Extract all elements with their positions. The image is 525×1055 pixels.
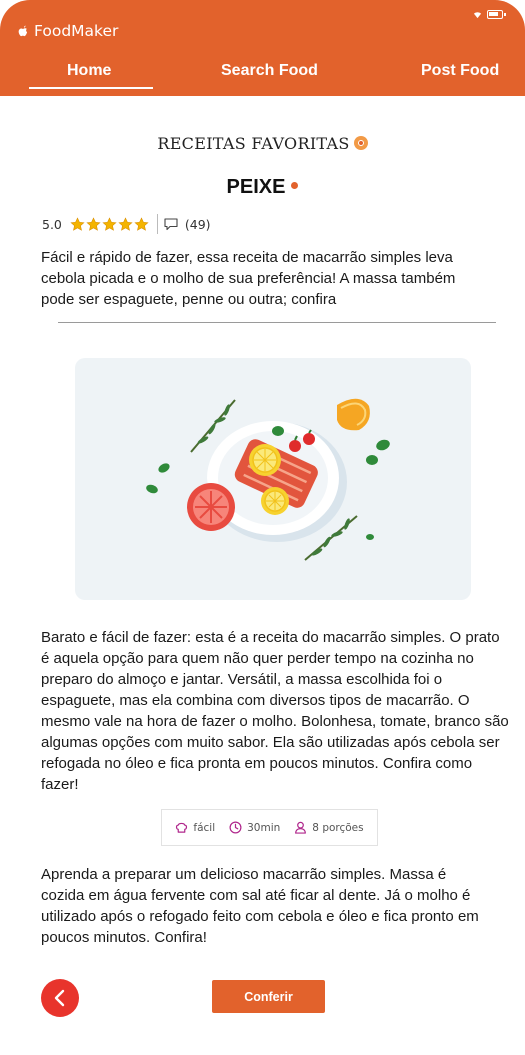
battery-icon (487, 10, 506, 19)
back-button[interactable] (41, 979, 79, 1017)
rating-divider (156, 214, 158, 234)
app-header: FoodMaker Home Search Food Post Food (0, 0, 525, 96)
person-icon (295, 821, 307, 834)
divider (58, 322, 496, 323)
section-title-text: RECEITAS FAVORITAS (157, 134, 350, 153)
servings-value: 8 porções (312, 821, 364, 834)
difficulty-value: fácil (193, 821, 216, 834)
difficulty-info: fácil (175, 821, 215, 834)
recipe-outro: Aprenda a preparar um delicioso macarrão… (41, 866, 479, 946)
recipe-image (75, 358, 471, 600)
star-icon (134, 216, 149, 231)
chef-hat-icon (176, 822, 188, 833)
comment-count[interactable]: (49) (185, 217, 211, 232)
star-icon (70, 216, 85, 231)
tab-search-food[interactable]: Search Food (221, 62, 318, 80)
clock-icon (229, 821, 242, 834)
app-brand: FoodMaker (18, 22, 118, 40)
section-title: RECEITAS FAVORITAS (0, 134, 525, 153)
tab-post-food[interactable]: Post Food (421, 62, 499, 80)
title-dot-icon (291, 182, 299, 189)
active-tab-indicator (29, 87, 153, 89)
confirm-button[interactable]: Conferir (212, 980, 325, 1013)
favorite-badge-icon (353, 136, 368, 150)
recipe-body: Barato e fácil de fazer: esta é a receit… (41, 629, 509, 793)
nav-tabs: Home Search Food Post Food (0, 62, 525, 96)
status-bar (473, 10, 506, 19)
star-icon (86, 216, 101, 231)
comment-icon[interactable] (164, 217, 178, 231)
star-icon (102, 216, 117, 231)
recipe-info: fácil 30min 8 porções (161, 809, 378, 846)
time-value: 30min (247, 821, 281, 834)
rating-row: 5.0 (49) (42, 214, 211, 234)
recipe-title-text: PEIXE (226, 176, 286, 198)
recipe-title: PEIXE (0, 176, 525, 199)
apple-icon (18, 25, 28, 36)
star-icon (118, 216, 133, 231)
app-name: FoodMaker (34, 22, 119, 40)
tab-home[interactable]: Home (67, 62, 111, 80)
chevron-left-icon (54, 989, 65, 1007)
rating-stars (70, 216, 149, 232)
recipe-intro: Fácil e rápido de fazer, essa receita de… (41, 249, 456, 308)
time-info: 30min (229, 821, 280, 834)
wifi-icon (473, 10, 482, 19)
servings-info: 8 porções (294, 821, 364, 834)
rating-value: 5.0 (42, 216, 62, 232)
